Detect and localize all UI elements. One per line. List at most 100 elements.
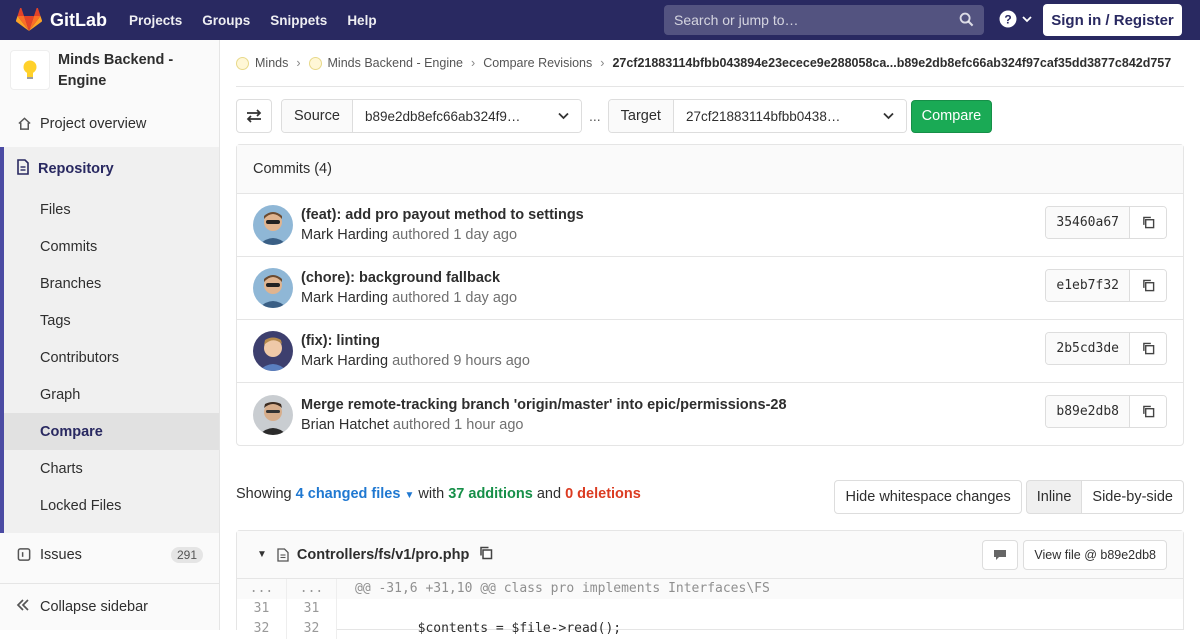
comment-icon [994,550,1007,560]
diff-code: $contents = $file->read(); [355,621,622,636]
sidebar-item-graph[interactable]: Graph [4,376,219,413]
nav-projects[interactable]: Projects [129,13,182,28]
collapse-label: Collapse sidebar [40,599,149,615]
swap-revisions-button[interactable] [236,99,272,133]
project-header[interactable]: Minds Backend - Engine [0,40,219,102]
gitlab-logo[interactable]: GitLab [16,8,107,32]
commit-title[interactable]: Merge remote-tracking branch 'origin/mas… [301,395,787,415]
target-selector[interactable]: Target 27cf21883114bfbb0438… [607,99,907,133]
chevron-down-icon [883,112,894,120]
commit-row: (fix): linting Mark Harding authored 9 h… [237,320,1183,383]
main-nav: Projects Groups Snippets Help [129,13,397,28]
commit-row: Merge remote-tracking branch 'origin/mas… [237,383,1183,446]
commit-sha-button[interactable]: 2b5cd3de [1046,333,1130,364]
search-input[interactable]: Search or jump to… [664,5,984,35]
copy-icon [1142,279,1154,292]
new-line-number[interactable]: ... [287,579,337,599]
additions-count: 37 additions [448,486,533,502]
project-avatar-small [308,56,322,70]
sidebar-item-contributors[interactable]: Contributors [4,339,219,376]
commit-time: authored 1 hour ago [392,416,524,433]
caret-down-icon[interactable]: ▼ [257,549,267,560]
copy-sha-button[interactable] [1130,333,1166,364]
commit-sha-button[interactable]: 35460a67 [1046,207,1130,238]
old-line-number[interactable]: ... [237,579,287,599]
breadcrumb-project[interactable]: Minds Backend - Engine [308,56,463,70]
avatar[interactable] [253,331,293,371]
commit-sha-button[interactable]: e1eb7f32 [1046,270,1130,301]
commit-sha-button[interactable]: b89e2db8 [1046,396,1130,427]
diff-code: @@ -31,6 +31,10 @@ class pro implements … [337,579,1183,599]
commit-title[interactable]: (chore): background fallback [301,268,517,288]
diff-view-controls: Hide whitespace changes Inline Side-by-s… [834,480,1184,514]
avatar[interactable] [253,394,293,435]
breadcrumb-minds[interactable]: Minds [236,56,288,70]
inline-view-button[interactable]: Inline [1025,480,1083,514]
old-line-number[interactable]: 32 [237,619,287,639]
sidebar-item-issues[interactable]: Issues 291 [0,536,219,573]
changed-files-dropdown[interactable]: 4 changed files ▼ [296,486,415,502]
question-circle-icon: ? [999,10,1017,28]
project-avatar [10,50,50,90]
file-path[interactable]: Controllers/fs/v1/pro.php [297,547,469,563]
sidebar-item-overview[interactable]: Project overview [0,105,219,142]
sidebar-item-label: Issues [40,546,82,563]
source-dropdown[interactable]: b89e2db8efc66ab324f9… [352,100,581,132]
sidebar-item-charts[interactable]: Charts [4,450,219,487]
search-icon [959,12,974,27]
copy-path-button[interactable] [479,546,493,563]
breadcrumb-compare[interactable]: Compare Revisions [483,56,592,70]
diff-summary: Showing 4 changed files ▼ with 37 additi… [236,486,641,502]
main-content: Minds › Minds Backend - Engine › Compare… [236,40,1184,639]
nav-snippets[interactable]: Snippets [270,13,327,28]
compare-button[interactable]: Compare [910,99,992,133]
commit-author[interactable]: Mark Harding [301,290,388,306]
commit-author[interactable]: Mark Harding [301,227,388,243]
commit-author[interactable]: Mark Harding [301,353,388,369]
toggle-comments-button[interactable] [982,540,1019,570]
sidebar-item-repository[interactable]: Repository [4,147,219,191]
nav-groups[interactable]: Groups [202,13,250,28]
sidebar-item-locked-files[interactable]: Locked Files [4,487,219,524]
chevron-down-icon [1022,16,1032,23]
source-selector[interactable]: Source b89e2db8efc66ab324f9… [281,99,582,133]
copy-sha-button[interactable] [1130,396,1166,427]
new-line-number[interactable]: 31 [287,599,337,619]
breadcrumb: Minds › Minds Backend - Engine › Compare… [236,40,1184,87]
target-dropdown[interactable]: 27cf21883114bfbb0438… [673,100,906,132]
nav-help[interactable]: Help [347,13,376,28]
view-file-button[interactable]: View file @ b89e2db8 [1023,540,1167,570]
commit-sha-group: 35460a67 [1045,206,1167,239]
signin-button[interactable]: Sign in / Register [1043,4,1182,36]
new-line-number[interactable]: 32 [287,619,337,639]
collapse-sidebar-button[interactable]: Collapse sidebar [0,583,219,630]
copy-sha-button[interactable] [1130,270,1166,301]
breadcrumb-current[interactable]: 27cf21883114bfbb043894e23ecece9e288058ca… [612,56,1171,70]
diff-match-line: ... ... @@ -31,6 +31,10 @@ class pro imp… [237,579,1183,599]
commit-title[interactable]: (fix): linting [301,331,530,351]
sidebar-item-commits[interactable]: Commits [4,228,219,265]
sidebar-item-label: Repository [38,161,114,177]
avatar[interactable] [253,205,293,245]
help-dropdown[interactable]: ? [999,10,1032,28]
search-placeholder: Search or jump to… [674,12,799,28]
copy-sha-button[interactable] [1130,207,1166,238]
side-by-side-button[interactable]: Side-by-side [1082,480,1184,514]
avatar[interactable] [253,268,293,308]
hide-whitespace-button[interactable]: Hide whitespace changes [834,480,1022,514]
commit-time: authored 1 day ago [392,290,518,306]
top-navbar: GitLab Projects Groups Snippets Help Sea… [0,0,1200,40]
sidebar-item-compare[interactable]: Compare [4,413,219,450]
sidebar-item-files[interactable]: Files [4,191,219,228]
sidebar-item-tags[interactable]: Tags [4,302,219,339]
sidebar-item-branches[interactable]: Branches [4,265,219,302]
chevron-right-icon: › [296,56,301,70]
source-label: Source [282,100,353,132]
commit-author[interactable]: Brian Hatchet [301,417,389,433]
double-chevron-left-icon [16,598,30,616]
file-icon [277,547,289,562]
caret-down-icon: ▼ [404,490,415,501]
old-line-number[interactable]: 31 [237,599,287,619]
commits-header: Commits (4) [237,145,1183,194]
commit-title[interactable]: (feat): add pro payout method to setting… [301,205,584,225]
